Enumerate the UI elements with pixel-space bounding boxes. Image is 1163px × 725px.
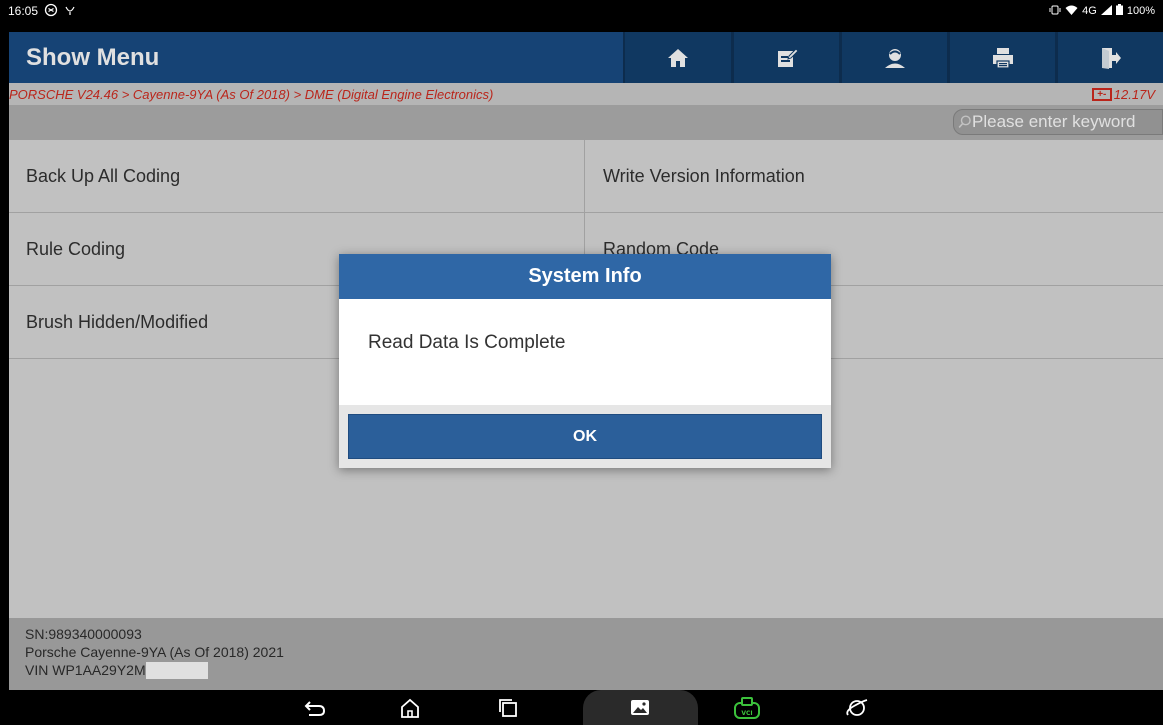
usb-debug-icon <box>64 4 76 19</box>
status-bar: 16:05 4G 100% <box>0 0 1163 22</box>
dialog-title: System Info <box>339 254 831 299</box>
gallery-button[interactable] <box>625 690 655 725</box>
planet-icon <box>846 698 868 716</box>
svg-text:VCI: VCI <box>741 710 752 717</box>
status-time: 16:05 <box>8 4 39 18</box>
wifi-icon <box>1065 5 1078 18</box>
cell-signal-icon <box>1100 4 1112 18</box>
home-nav-icon <box>401 698 419 718</box>
battery-icon <box>1115 4 1123 18</box>
home-nav-button[interactable] <box>395 690 425 725</box>
back-icon <box>304 700 326 716</box>
dialog-message: Read Data Is Complete <box>368 332 566 353</box>
network-type: 4G <box>1082 5 1097 17</box>
android-nav-bar: VCI <box>0 690 1163 725</box>
recents-icon <box>499 698 517 717</box>
system-info-dialog: System Info Read Data Is Complete OK <box>339 254 831 468</box>
ok-button[interactable]: OK <box>348 414 822 459</box>
vibrate-icon <box>1049 5 1061 18</box>
browser-button[interactable] <box>842 690 872 725</box>
recents-button[interactable] <box>493 690 523 725</box>
vci-button[interactable]: VCI <box>730 690 764 725</box>
vci-icon: VCI <box>734 696 760 719</box>
image-icon <box>631 700 649 715</box>
back-button[interactable] <box>300 690 330 725</box>
dialog-actions: OK <box>339 405 831 468</box>
notification-icon <box>44 3 58 20</box>
battery-percent: 100% <box>1126 5 1155 17</box>
